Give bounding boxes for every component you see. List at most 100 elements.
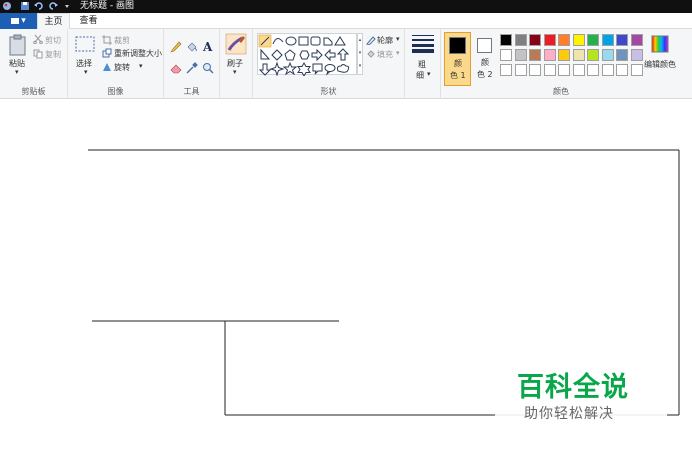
palette-swatch[interactable] — [572, 49, 585, 61]
shape-triangle-icon[interactable] — [334, 36, 346, 46]
shape-rounded-rectangle-icon[interactable] — [310, 36, 321, 46]
shape-star5-icon[interactable] — [282, 61, 298, 76]
shapes-gallery — [257, 33, 357, 78]
crop-button[interactable]: 裁剪 — [114, 35, 130, 46]
colors-group: 颜 色 1 颜 色 2 编辑颜色 颜色 — [441, 29, 681, 99]
resize-button[interactable]: 重新调整大小 — [114, 48, 162, 59]
palette-swatch[interactable] — [616, 34, 628, 46]
shape-callout-rect-icon[interactable] — [312, 63, 323, 75]
shape-up-arrow-icon[interactable] — [336, 48, 350, 61]
crop-icon — [102, 35, 112, 45]
palette-swatch[interactable] — [543, 49, 556, 61]
copy-button[interactable]: 复制 — [45, 49, 61, 60]
palette-swatch-empty[interactable] — [543, 64, 556, 76]
palette-swatch[interactable] — [543, 34, 556, 46]
outline-chevron-icon[interactable]: ▾ — [396, 35, 400, 43]
outline-button[interactable]: 轮廓 — [377, 35, 393, 46]
text-tool-icon[interactable]: A — [203, 40, 212, 54]
color1-label-line2: 色 1 — [450, 71, 466, 80]
file-menu-icon — [11, 17, 20, 24]
palette-swatch-empty[interactable] — [558, 64, 570, 76]
eraser-icon[interactable] — [170, 62, 182, 74]
color2-button[interactable]: 颜 色 2 — [473, 32, 497, 86]
palette-swatch-empty[interactable] — [500, 64, 512, 76]
brushes-chevron-icon[interactable]: ▾ — [233, 68, 237, 76]
palette-swatch[interactable] — [529, 49, 541, 61]
shape-polygon-icon[interactable] — [323, 37, 333, 46]
color-picker-icon[interactable] — [186, 62, 198, 74]
redo-icon[interactable] — [48, 1, 58, 11]
rotate-chevron-icon[interactable]: ▾ — [139, 62, 143, 70]
paste-icon[interactable] — [8, 34, 28, 56]
palette-swatch-empty[interactable] — [630, 64, 643, 76]
shape-star4-icon[interactable] — [269, 61, 285, 77]
palette-swatch[interactable] — [587, 49, 599, 61]
palette-swatch-empty[interactable] — [587, 64, 599, 76]
palette-swatch[interactable] — [500, 49, 512, 61]
rotate-button[interactable]: 旋转 — [114, 62, 130, 73]
select-icon[interactable] — [75, 36, 95, 52]
shape-rectangle-icon[interactable] — [298, 36, 309, 46]
palette-swatch[interactable] — [500, 34, 512, 46]
palette-swatch-empty[interactable] — [529, 64, 541, 76]
palette-swatch-empty[interactable] — [514, 64, 527, 76]
shape-pentagon-icon[interactable] — [284, 49, 296, 61]
customize-toolbar-icon[interactable] — [62, 1, 72, 11]
tools-group-label: 工具 — [183, 87, 200, 96]
copy-icon — [33, 49, 43, 59]
cut-button[interactable]: 剪切 — [45, 35, 61, 46]
brush-icon[interactable] — [225, 33, 247, 55]
pencil-icon[interactable] — [170, 41, 182, 53]
shape-down-arrow-icon[interactable] — [258, 63, 272, 76]
edit-colors-button[interactable]: 编辑颜色 — [644, 59, 676, 70]
shape-callout-cloud-icon[interactable] — [336, 64, 350, 73]
magnifier-icon[interactable] — [202, 62, 214, 74]
save-icon[interactable] — [20, 1, 30, 11]
shape-diamond-icon[interactable] — [271, 49, 283, 61]
undo-icon[interactable] — [34, 1, 44, 11]
palette-swatch[interactable] — [558, 34, 570, 46]
tab-view[interactable]: 查看 — [72, 13, 105, 29]
palette-swatch[interactable] — [514, 34, 527, 46]
shape-right-triangle-icon[interactable] — [260, 48, 271, 60]
palette-swatch[interactable] — [514, 49, 527, 61]
color1-button[interactable]: 颜 色 1 — [444, 32, 471, 86]
fill-button[interactable]: 填充 — [377, 49, 393, 60]
shape-callout-oval-icon[interactable] — [324, 64, 336, 76]
shape-left-arrow-icon[interactable] — [324, 48, 336, 62]
select-chevron-icon[interactable]: ▾ — [84, 68, 88, 76]
palette-swatch[interactable] — [572, 34, 585, 46]
shapes-scrollbar[interactable]: ▴ ▾ ▾ — [357, 33, 363, 75]
size-label-line2[interactable]: 细 — [416, 70, 424, 81]
palette-swatch-empty[interactable] — [616, 64, 628, 76]
palette-swatch[interactable] — [587, 34, 599, 46]
fill-bucket-icon[interactable] — [186, 41, 198, 53]
palette-swatch[interactable] — [630, 34, 643, 46]
size-chevron-icon[interactable]: ▾ — [427, 70, 431, 78]
palette-swatch[interactable] — [601, 34, 614, 46]
file-menu-button[interactable]: ▾ — [0, 13, 37, 29]
color1-swatch — [449, 37, 466, 54]
shape-star6-icon[interactable] — [297, 61, 311, 78]
palette-swatch-empty[interactable] — [601, 64, 614, 76]
palette-swatch[interactable] — [558, 49, 570, 61]
palette-swatch-empty[interactable] — [572, 64, 585, 76]
fill-icon — [367, 50, 375, 58]
watermark-title: 百科全说 — [517, 372, 629, 403]
shapes-group: ▴ ▾ ▾ 轮廓 ▾ 填充 ▾ 形状 — [253, 29, 405, 99]
shape-right-arrow-icon[interactable] — [311, 48, 323, 62]
palette-swatch[interactable] — [529, 34, 541, 46]
shape-oval-icon[interactable] — [285, 36, 297, 46]
palette-swatch[interactable] — [630, 49, 643, 61]
palette-swatch[interactable] — [616, 49, 628, 61]
size-label-line1[interactable]: 粗 — [418, 59, 426, 70]
menu-tabs: ▾ 主页 查看 — [0, 13, 692, 30]
image-group: 选择 ▾ 裁剪 重新调整大小 旋转 ▾ 图像 — [68, 29, 164, 99]
fill-chevron-icon[interactable]: ▾ — [396, 49, 400, 57]
size-icon[interactable] — [412, 35, 434, 53]
shape-hexagon-icon[interactable] — [299, 50, 310, 60]
shape-curve-icon[interactable] — [272, 38, 284, 45]
paste-chevron-icon[interactable]: ▾ — [15, 68, 19, 76]
palette-swatch[interactable] — [601, 49, 614, 61]
tab-home[interactable]: 主页 — [37, 13, 70, 30]
